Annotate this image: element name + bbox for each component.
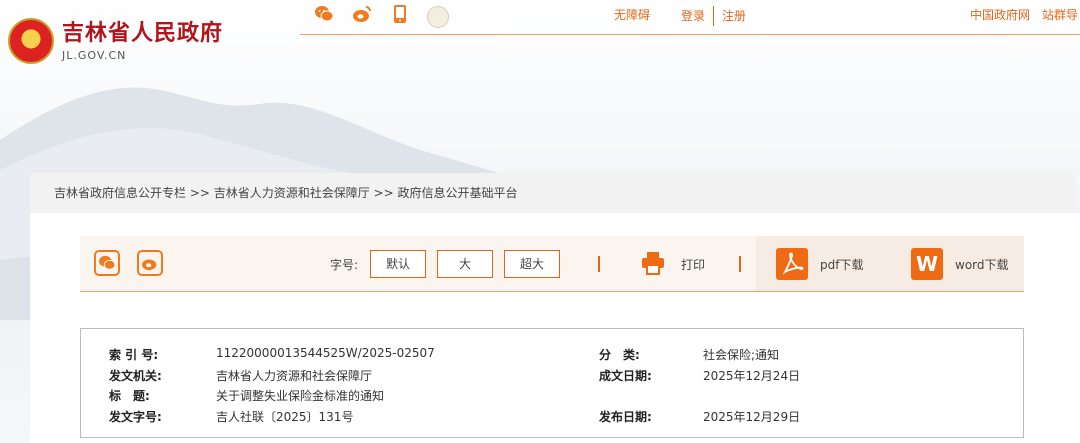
printer-icon[interactable] bbox=[640, 250, 666, 276]
article-toolbar: 字号: 默认 大 超大 打印 pdf下载 W word下载 bbox=[80, 236, 1024, 292]
print-button[interactable]: 打印 bbox=[681, 256, 705, 273]
register-link[interactable]: 注册 bbox=[722, 7, 746, 24]
word-icon[interactable]: W bbox=[911, 248, 943, 280]
national-emblem-icon bbox=[8, 18, 54, 64]
mobile-icon[interactable] bbox=[389, 4, 411, 29]
doc-number-label: 发文字号: bbox=[109, 410, 162, 424]
weibo-icon[interactable] bbox=[351, 5, 373, 28]
share-weibo-icon[interactable] bbox=[137, 250, 163, 276]
divider bbox=[598, 256, 600, 272]
font-xlarge-button[interactable]: 超大 bbox=[504, 250, 560, 278]
share-wechat-icon[interactable] bbox=[94, 250, 120, 276]
title-label: 标 题: bbox=[109, 389, 150, 403]
central-gov-link[interactable]: 中国政府网 bbox=[970, 6, 1030, 23]
title-value: 关于调整失业保险金标准的通知 bbox=[216, 389, 385, 403]
accessibility-link[interactable]: 无障碍 bbox=[614, 6, 650, 23]
published-date-label: 发布日期: bbox=[599, 410, 652, 424]
pdf-icon[interactable] bbox=[776, 248, 808, 280]
index-label: 索 引 号: bbox=[109, 348, 159, 362]
font-default-button[interactable]: 默认 bbox=[370, 250, 426, 278]
category-value: 社会保险;通知 bbox=[703, 348, 780, 362]
doc-number-value: 吉人社联〔2025〕131号 bbox=[216, 410, 354, 424]
created-date-label: 成文日期: bbox=[599, 369, 652, 383]
social-icons bbox=[313, 4, 449, 29]
site-group-link[interactable]: 站群导 bbox=[1042, 6, 1078, 23]
divider bbox=[739, 256, 741, 272]
font-large-button[interactable]: 大 bbox=[437, 250, 493, 278]
published-date-value: 2025年12月29日 bbox=[703, 410, 801, 424]
pdf-download-link[interactable]: pdf下载 bbox=[820, 256, 863, 273]
site-domain: JL.GOV.CN bbox=[62, 48, 127, 62]
login-label: 登录 bbox=[681, 8, 706, 23]
font-size-label: 字号: bbox=[330, 258, 359, 272]
divider bbox=[713, 6, 715, 26]
created-date-value: 2025年12月24日 bbox=[703, 369, 801, 383]
breadcrumb[interactable]: 吉林省政府信息公开专栏 >> 吉林省人力资源和社会保障厅 >> 政府信息公开基础… bbox=[30, 173, 1076, 213]
download-zone: pdf下载 W word下载 bbox=[756, 236, 1024, 291]
category-label: 分 类: bbox=[599, 348, 640, 362]
word-download-link[interactable]: word下载 bbox=[955, 256, 1009, 273]
assistant-avatar-icon[interactable] bbox=[427, 5, 449, 28]
login-link[interactable]: 登录 注册 bbox=[681, 6, 746, 26]
site-logo[interactable]: 吉林省人民政府 JL.GOV.CN bbox=[8, 18, 223, 64]
index-value: 11220000013544525W/2025-02507 bbox=[216, 346, 435, 360]
issuer-value: 吉林省人力资源和社会保障厅 bbox=[216, 369, 373, 383]
wechat-icon[interactable] bbox=[313, 5, 335, 28]
document-metadata: 索 引 号: 11220000013544525W/2025-02507 分 类… bbox=[80, 328, 1024, 438]
site-title: 吉林省人民政府 bbox=[62, 20, 224, 46]
issuer-label: 发文机关: bbox=[109, 369, 162, 383]
